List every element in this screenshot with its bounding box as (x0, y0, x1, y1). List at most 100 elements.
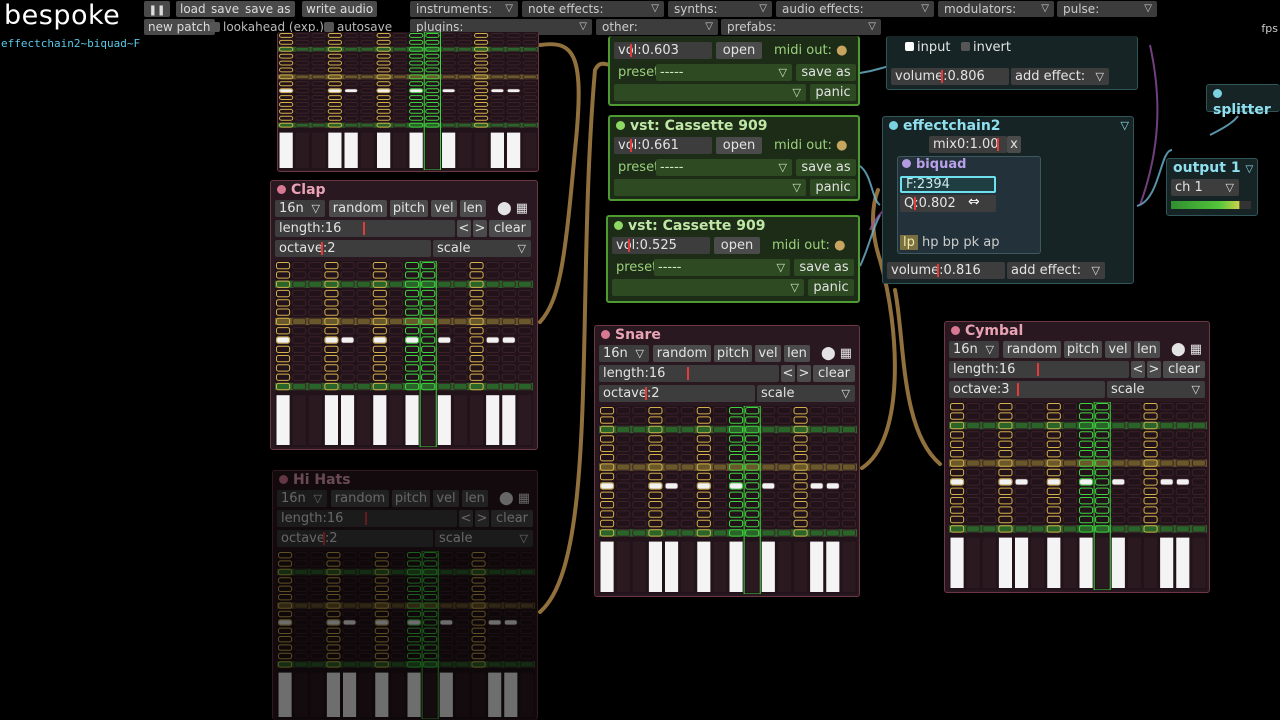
filter-type-selector[interactable]: lp hp bp pk ap (900, 235, 999, 252)
module-enable-icon[interactable] (616, 121, 625, 130)
save-as-button[interactable]: save as (794, 259, 854, 276)
program-dropdown[interactable]: ▽ (612, 279, 804, 296)
sequencer-grid[interactable] (949, 402, 1207, 590)
program-dropdown[interactable]: ▽ (614, 179, 806, 196)
len-button[interactable]: len (1134, 341, 1160, 358)
scale-dropdown[interactable]: scale ▽ (757, 385, 855, 402)
clear-button[interactable]: clear (489, 220, 531, 237)
panic-button[interactable]: panic (808, 279, 854, 296)
random-button[interactable]: random (1003, 341, 1061, 358)
sequencer-grid[interactable] (278, 32, 538, 170)
channel-dropdown[interactable]: ch 1 ▽ (1171, 179, 1239, 196)
module-title[interactable]: output 1 ▽ (1173, 160, 1253, 176)
module-title[interactable]: Clap (277, 182, 326, 198)
module-title[interactable]: Cymbal (951, 323, 1023, 339)
volume-slider[interactable]: vol:0.525 (612, 237, 710, 254)
length-slider[interactable]: length:16 (599, 365, 779, 382)
interval-dropdown[interactable]: 16n ▽ (599, 345, 649, 362)
clear-button[interactable]: clear (813, 365, 855, 382)
open-button[interactable]: open (716, 137, 762, 154)
clear-button[interactable]: clear (1163, 361, 1205, 378)
volume-slider[interactable]: vol:0.661 (614, 137, 712, 154)
vel-button[interactable]: vel (433, 490, 459, 507)
sequencer-grid[interactable] (275, 261, 533, 447)
module-title[interactable]: Snare (601, 327, 661, 343)
vel-button[interactable]: vel (755, 345, 781, 362)
sequencer-grid[interactable] (599, 406, 857, 594)
interval-dropdown[interactable]: 16n ▽ (275, 200, 325, 217)
length-slider[interactable]: length:16 (275, 220, 455, 237)
grid-view-toggle[interactable]: ⬤ ▦ (495, 490, 535, 507)
module-title[interactable]: splitter (1213, 86, 1280, 118)
open-button[interactable]: open (716, 42, 762, 59)
panic-button[interactable]: panic (810, 179, 856, 196)
sequencer-grid[interactable] (277, 551, 535, 719)
volume-slider[interactable]: volume:0.816 (887, 262, 1005, 279)
filter-bp[interactable]: bp (943, 235, 960, 250)
octave-slider[interactable]: octave:2 (277, 530, 433, 547)
volume-slider[interactable]: volume:0.806 (891, 68, 1009, 85)
pitch-button[interactable]: pitch (392, 490, 430, 507)
module-enable-icon[interactable] (601, 330, 610, 339)
midi-out-jack-icon[interactable]: ● (836, 43, 847, 58)
q-slider[interactable]: Q:0.802 (900, 195, 996, 212)
frequency-slider[interactable]: F:2394 (900, 176, 996, 193)
length-slider[interactable]: length:16 (277, 510, 457, 527)
module-enable-icon[interactable] (1213, 89, 1222, 98)
next-button[interactable]: > (475, 510, 489, 527)
random-button[interactable]: random (653, 345, 711, 362)
next-button[interactable]: > (473, 220, 487, 237)
vel-button[interactable]: vel (1105, 341, 1131, 358)
len-button[interactable]: len (784, 345, 810, 362)
octave-slider[interactable]: octave:2 (599, 385, 755, 402)
module-title[interactable]: vst: Cassette 909 (614, 218, 765, 234)
module-enable-icon[interactable] (277, 185, 286, 194)
panic-button[interactable]: panic (810, 84, 856, 101)
volume-slider[interactable]: vol:0.603 (614, 42, 712, 59)
scale-dropdown[interactable]: scale ▽ (1107, 381, 1205, 398)
len-button[interactable]: len (462, 490, 488, 507)
module-title[interactable]: Hi Hats (279, 472, 351, 488)
midi-out-jack-icon[interactable]: ● (834, 238, 845, 253)
pitch-button[interactable]: pitch (1064, 341, 1102, 358)
prev-button[interactable]: < (781, 365, 795, 382)
preset-dropdown[interactable]: ----- ▽ (654, 259, 790, 276)
module-enable-icon[interactable] (902, 159, 911, 168)
octave-slider[interactable]: octave:2 (275, 240, 431, 257)
collapse-icon[interactable]: ▽ (1121, 119, 1129, 132)
scale-dropdown[interactable]: scale ▽ (433, 240, 531, 257)
grid-view-toggle[interactable]: ⬤ ▦ (1167, 341, 1207, 358)
add-effect-dropdown[interactable]: add effect: ▽ (1007, 262, 1105, 279)
length-slider[interactable]: length:16 (949, 361, 1129, 378)
len-button[interactable]: len (460, 200, 486, 217)
interval-dropdown[interactable]: 16n ▽ (949, 341, 999, 358)
module-enable-icon[interactable] (889, 121, 898, 130)
pitch-button[interactable]: pitch (714, 345, 752, 362)
module-title[interactable]: vst: Cassette 909 (616, 118, 767, 134)
program-dropdown[interactable]: ▽ (614, 84, 806, 101)
module-enable-icon[interactable] (614, 221, 623, 230)
interval-dropdown[interactable]: 16n ▽ (277, 490, 327, 507)
module-title[interactable]: effectchain2 (889, 118, 1001, 134)
filter-lp[interactable]: lp (900, 235, 918, 250)
preset-dropdown[interactable]: ----- ▽ (656, 159, 792, 176)
pitch-button[interactable]: pitch (390, 200, 428, 217)
remove-effect-button[interactable]: x (1007, 136, 1021, 153)
prev-button[interactable]: < (459, 510, 473, 527)
module-enable-icon[interactable] (951, 326, 960, 335)
save-as-button[interactable]: save as (796, 159, 856, 176)
module-enable-icon[interactable] (279, 475, 288, 484)
save-as-button[interactable]: save as (796, 64, 856, 81)
open-button[interactable]: open (714, 237, 760, 254)
preset-dropdown[interactable]: ----- ▽ (656, 64, 792, 81)
filter-ap[interactable]: ap (983, 235, 999, 250)
filter-hp[interactable]: hp (922, 235, 939, 250)
add-effect-dropdown[interactable]: add effect: ▽ (1011, 68, 1109, 85)
octave-slider[interactable]: octave:3 (949, 381, 1105, 398)
invert-checkbox[interactable]: invert (957, 39, 1027, 56)
clear-button[interactable]: clear (491, 510, 533, 527)
prev-button[interactable]: < (1131, 361, 1145, 378)
scale-dropdown[interactable]: scale ▽ (435, 530, 533, 547)
filter-pk[interactable]: pk (963, 235, 979, 250)
random-button[interactable]: random (331, 490, 389, 507)
